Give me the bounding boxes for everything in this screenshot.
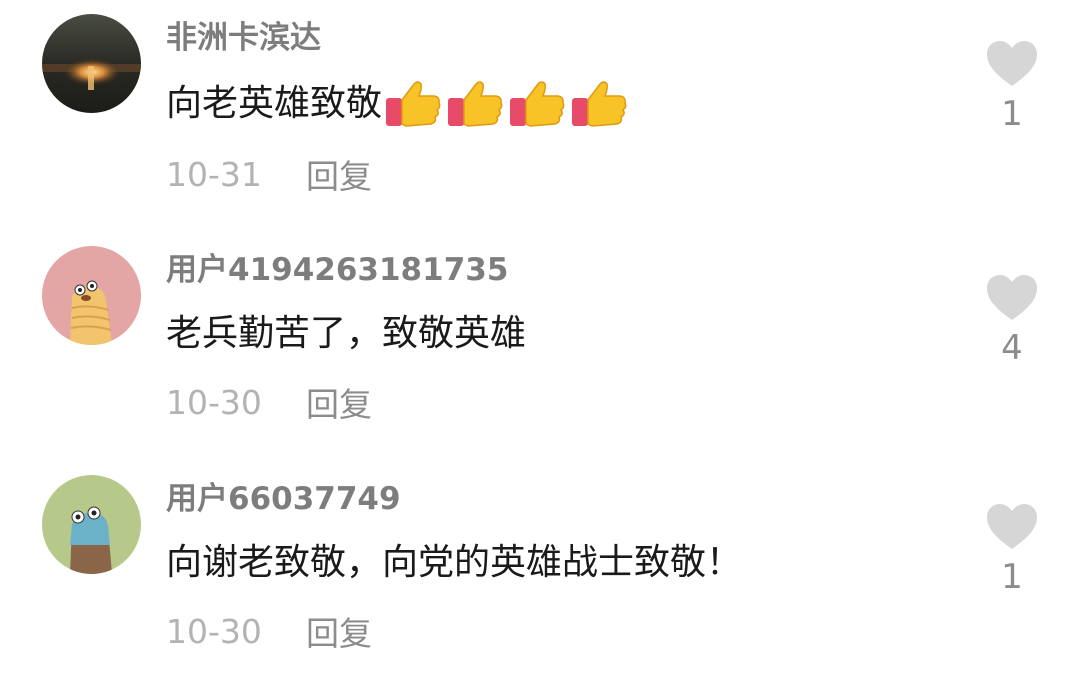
comment-date: 10-30 xyxy=(166,382,262,422)
comment-date: 10-30 xyxy=(166,611,262,651)
avatar[interactable] xyxy=(42,246,141,345)
comment-text-content: 向老英雄致敬 xyxy=(166,83,383,124)
like-count: 1 xyxy=(1001,94,1023,134)
reply-button[interactable]: 回复 xyxy=(306,607,372,655)
like-count: 1 xyxy=(1001,557,1023,597)
comment-text: 老兵勤苦了，致敬英雄 xyxy=(166,310,526,358)
reply-button[interactable]: 回复 xyxy=(306,378,372,426)
avatar[interactable] xyxy=(42,14,141,113)
thumbs-up-icon xyxy=(510,81,565,127)
heart-icon[interactable] xyxy=(985,40,1039,88)
comment-meta: 10-31 回复 xyxy=(166,150,372,198)
username[interactable]: 用户4194263181735 xyxy=(166,250,508,290)
comment-text-content: 老兵勤苦了，致敬英雄 xyxy=(166,313,527,354)
reply-button[interactable]: 回复 xyxy=(306,150,372,198)
comment-text: 向谢老致敬，向党的英雄战士致敬！ xyxy=(166,539,742,587)
heart-icon[interactable] xyxy=(985,274,1039,322)
like-button[interactable]: 4 xyxy=(980,274,1044,368)
thumbs-up-icon xyxy=(572,81,627,127)
heart-icon[interactable] xyxy=(985,503,1039,551)
comment-item: 用户4194263181735 老兵勤苦了，致敬英雄 10-30 回复 4 xyxy=(0,232,1065,462)
like-count: 4 xyxy=(1001,328,1023,368)
username[interactable]: 非洲卡滨达 xyxy=(166,18,321,58)
emoji-row xyxy=(384,78,632,130)
comment-text-content: 向谢老致敬，向党的英雄战士致敬！ xyxy=(166,542,743,583)
thumbs-up-icon xyxy=(448,81,503,127)
comment-date: 10-31 xyxy=(166,154,262,194)
like-button[interactable]: 1 xyxy=(980,503,1044,597)
username[interactable]: 用户66037749 xyxy=(166,479,401,519)
comment-meta: 10-30 回复 xyxy=(166,607,372,655)
comment-meta: 10-30 回复 xyxy=(166,378,372,426)
thumbs-up-icon xyxy=(386,81,441,127)
comment-item: 非洲卡滨达 向老英雄致敬 10-31 回复 1 xyxy=(0,0,1065,230)
avatar[interactable] xyxy=(42,475,141,574)
like-button[interactable]: 1 xyxy=(980,40,1044,134)
comment-item: 用户66037749 向谢老致敬，向党的英雄战士致敬！ 10-30 回复 1 xyxy=(0,461,1065,691)
comment-text: 向老英雄致敬 xyxy=(166,78,632,130)
